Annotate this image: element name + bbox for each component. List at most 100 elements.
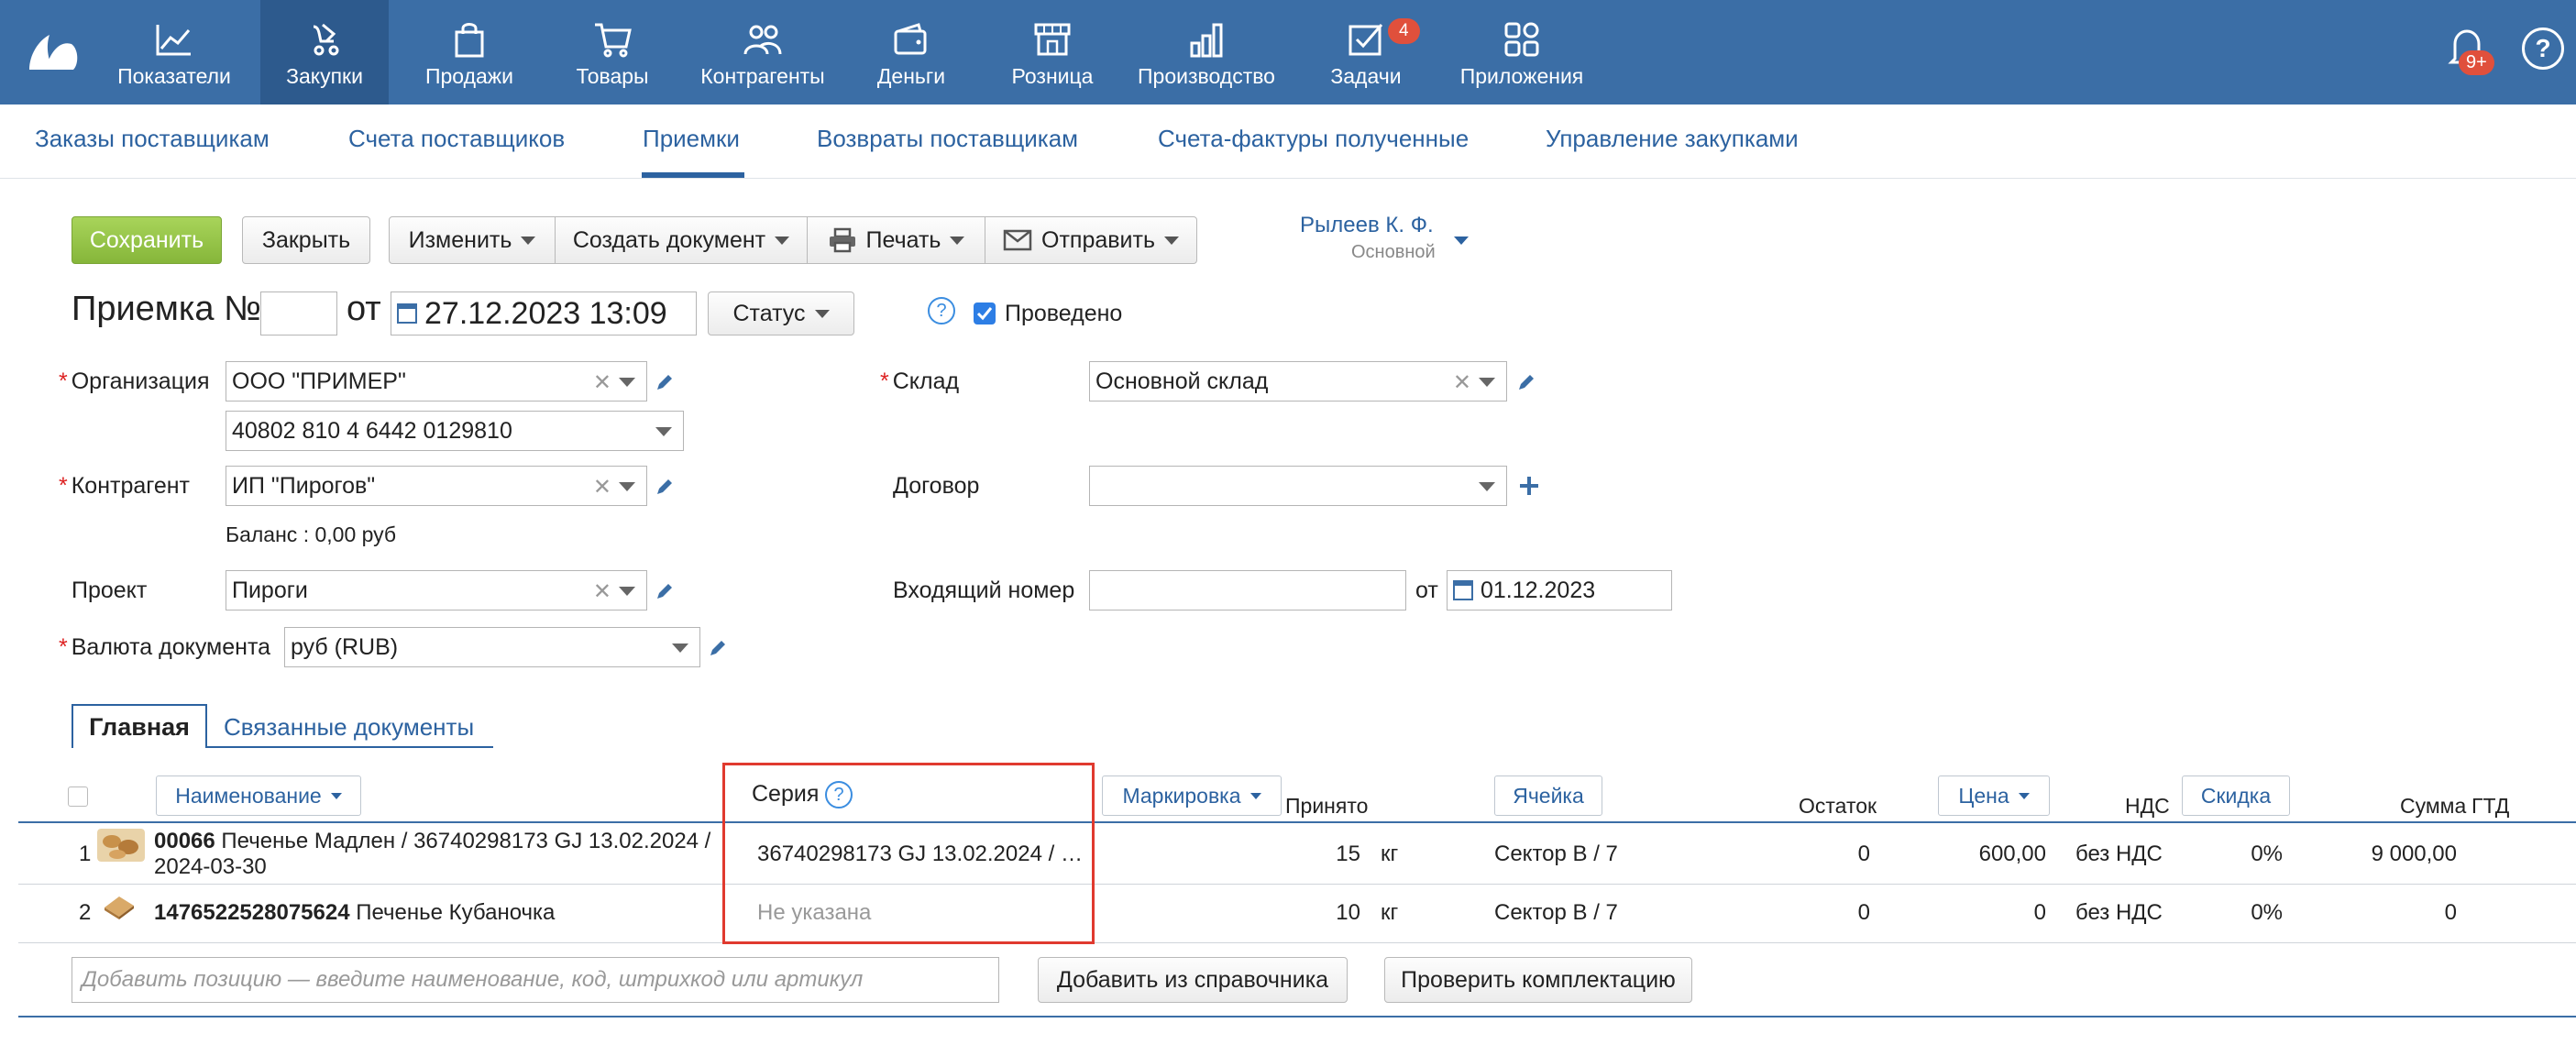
add-from-catalog-button[interactable]: Добавить из справочника [1038,957,1348,1003]
name-column-sort-button[interactable]: Наименование [156,776,361,816]
send-dropdown[interactable]: Отправить [985,216,1197,264]
incoming-number-label: Входящий номер [893,578,1075,603]
document-datetime-input[interactable]: 27.12.2023 13:09 [391,292,697,336]
table-bottom-divider [18,1016,2576,1018]
warehouse-select[interactable]: Основной склад ✕ [1089,361,1507,402]
posted-checkbox[interactable] [974,302,996,324]
user-name[interactable]: Рылеев К. Ф. [1300,213,1434,238]
nav-item-purchases[interactable]: Закупки [260,0,389,104]
price-value[interactable]: 600,00 [1925,842,2046,867]
people-icon [743,20,783,59]
subnav-receipts[interactable]: Приемки [643,125,740,153]
nav-item-goods[interactable]: Товары [554,0,671,104]
nav-item-indicators[interactable]: Показатели [101,0,248,104]
organization-label: * Организация [59,368,210,395]
cell-column-button[interactable]: Ячейка [1494,776,1602,816]
cell-value[interactable]: Сектор В / 7 [1494,842,1618,867]
clear-icon[interactable]: ✕ [593,369,611,396]
store-icon [1032,20,1073,59]
print-dropdown[interactable]: Печать [807,216,985,264]
edit-dropdown[interactable]: Изменить [389,216,556,264]
accepted-quantity[interactable]: 10 [1311,900,1360,926]
contract-select[interactable] [1089,466,1507,506]
nav-item-production[interactable]: Производство [1133,0,1280,104]
counterparty-edit-pencil-icon[interactable] [655,477,675,497]
currency-select[interactable]: руб (RUB) [284,627,700,667]
close-button[interactable]: Закрыть [242,216,370,264]
subnav-supplier-returns[interactable]: Возвраты поставщикам [817,125,1078,153]
nav-item-apps[interactable]: Приложения [1448,0,1595,104]
organization-edit-pencil-icon[interactable] [655,372,675,392]
chevron-down-icon[interactable] [672,644,688,653]
nav-item-retail[interactable]: Розница [996,0,1109,104]
help-icon[interactable]: ? [928,297,955,324]
add-position-input[interactable]: Добавить позицию — введите наименование,… [72,957,999,1003]
marking-column-button[interactable]: Маркировка [1102,776,1282,816]
printer-icon [829,227,855,253]
create-document-dropdown[interactable]: Создать документ [555,216,808,264]
incoming-date-value: 01.12.2023 [1481,577,1596,603]
select-all-checkbox[interactable] [68,786,88,807]
vat-value[interactable]: без НДС [2075,842,2163,867]
remainder-column-header: Остаток [1799,794,1877,818]
name-column-header: Наименование [175,783,322,808]
nav-label: Задачи [1330,64,1402,88]
chevron-down-icon[interactable] [1479,378,1495,387]
envelope-icon [1003,229,1032,251]
clear-icon[interactable]: ✕ [1453,369,1471,396]
product-name[interactable]: 00066 Печенье Мадлен / 36740298173 GJ 13… [154,829,710,854]
chart-icon [154,20,194,59]
chevron-down-icon[interactable] [619,587,635,596]
incoming-number-input[interactable] [1089,570,1406,610]
clear-icon[interactable]: ✕ [593,578,611,605]
discount-value[interactable]: 0% [2182,842,2283,867]
project-edit-pencil-icon[interactable] [655,581,675,601]
organization-select[interactable]: ООО "ПРИМЕР" ✕ [226,361,647,402]
subnav-purchase-management[interactable]: Управление закупками [1546,125,1799,153]
chevron-down-icon[interactable] [619,482,635,491]
accepted-quantity[interactable]: 15 [1311,842,1360,867]
nav-item-sales[interactable]: Продажи [407,0,532,104]
nav-item-money[interactable]: Деньги [853,0,970,104]
required-marker: * [59,368,68,394]
add-contract-plus-icon[interactable] [1518,475,1540,497]
row-divider [18,942,2576,943]
clear-icon[interactable]: ✕ [593,474,611,500]
chevron-down-icon[interactable] [619,378,635,387]
nav-item-counterparties[interactable]: Контрагенты [691,0,834,104]
chevron-down-icon[interactable] [655,427,672,436]
calendar-icon[interactable] [1453,580,1473,600]
help-button[interactable]: ? [2522,28,2564,70]
bank-account-select[interactable]: 40802 810 4 6442 0129810 [226,411,684,451]
discount-value[interactable]: 0% [2182,900,2283,926]
subnav-received-invoices[interactable]: Счета-фактуры полученные [1158,125,1469,153]
currency-edit-pencil-icon[interactable] [708,638,728,658]
counterparty-select[interactable]: ИП "Пирогов" ✕ [226,466,647,506]
logo-icon[interactable] [26,28,79,73]
price-column-button[interactable]: Цена [1938,776,2050,816]
warehouse-edit-pencil-icon[interactable] [1516,372,1536,392]
product-name[interactable]: 1476522528075624 Печенье Кубаночка [154,900,555,926]
subnav-supplier-invoices[interactable]: Счета поставщиков [348,125,565,153]
vat-value[interactable]: без НДС [2075,900,2163,926]
cell-value[interactable]: Сектор В / 7 [1494,900,1618,926]
check-completeness-button[interactable]: Проверить комплектацию [1384,957,1692,1003]
status-dropdown[interactable]: Статус [708,292,854,336]
tab-main[interactable]: Главная [72,704,207,748]
discount-column-button[interactable]: Скидка [2182,776,2290,816]
incoming-date-input[interactable]: 01.12.2023 [1447,570,1672,610]
tab-related-documents[interactable]: Связанные документы [224,713,474,742]
document-number-input[interactable] [260,292,337,336]
nav-item-tasks[interactable]: Задачи [1311,0,1421,104]
user-chevron-down-icon[interactable] [1454,236,1469,245]
project-select[interactable]: Пироги ✕ [226,570,647,610]
price-column-header: Цена [1958,783,2009,808]
sum-value: 9 000,00 [2371,842,2457,866]
price-value[interactable]: 0 [1925,900,2046,926]
save-button[interactable]: Сохранить [72,216,222,264]
calendar-icon[interactable] [397,303,417,324]
chevron-down-icon[interactable] [1479,482,1495,491]
sum-value: 0 [2444,900,2457,925]
subnav-supplier-orders[interactable]: Заказы поставщикам [35,125,270,153]
nav-label: Продажи [424,64,514,88]
